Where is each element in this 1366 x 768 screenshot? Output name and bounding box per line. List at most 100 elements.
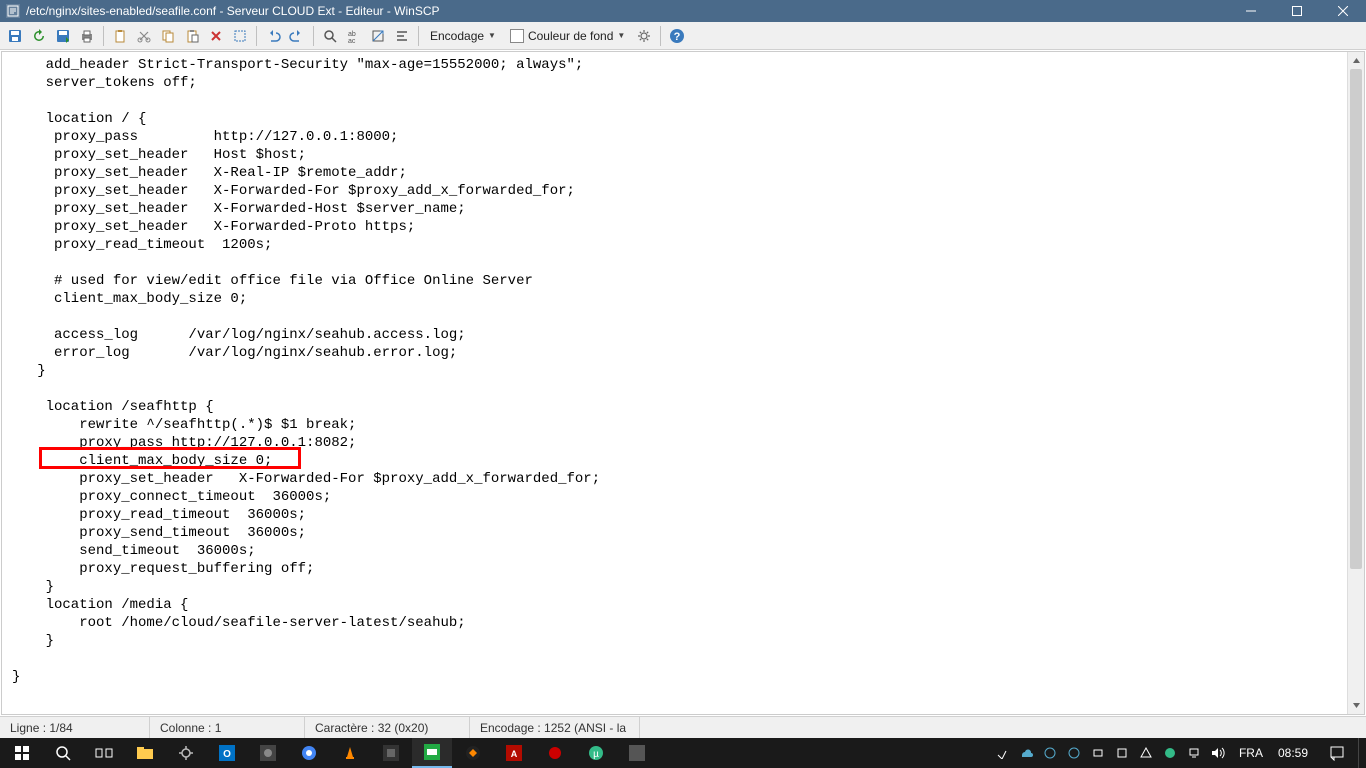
- code-line: }: [12, 668, 1337, 686]
- tray-icon[interactable]: [1138, 745, 1154, 761]
- status-encoding: Encodage : 1252 (ANSI - la: [470, 717, 640, 738]
- code-line: proxy_set_header Host $host;: [12, 146, 1337, 164]
- separator: [256, 26, 257, 46]
- code-line: proxy_pass http://127.0.0.1:8082;: [12, 434, 1337, 452]
- separator: [418, 26, 419, 46]
- bgcolor-dropdown[interactable]: Couleur de fond ▼: [504, 25, 631, 47]
- clipboard-button[interactable]: [109, 25, 131, 47]
- code-line: root /home/cloud/seafile-server-latest/s…: [12, 614, 1337, 632]
- code-line: proxy_set_header X-Forwarded-Proto https…: [12, 218, 1337, 236]
- taskbar-app-record[interactable]: [535, 738, 575, 768]
- code-line: error_log /var/log/nginx/seahub.error.lo…: [12, 344, 1337, 362]
- tray-icon[interactable]: [1114, 745, 1130, 761]
- taskbar-app-outlook[interactable]: O: [207, 738, 247, 768]
- save-button[interactable]: [4, 25, 26, 47]
- taskbar-app-settings[interactable]: [166, 738, 206, 768]
- replace-button[interactable]: abac: [343, 25, 365, 47]
- copy-button[interactable]: [157, 25, 179, 47]
- bgcolor-label: Couleur de fond: [528, 29, 613, 43]
- code-line: proxy_pass http://127.0.0.1:8000;: [12, 128, 1337, 146]
- redo-button[interactable]: [286, 25, 308, 47]
- code-line: proxy_set_header X-Forwarded-Host $serve…: [12, 200, 1337, 218]
- print-button[interactable]: [76, 25, 98, 47]
- code-line: location /media {: [12, 596, 1337, 614]
- taskbar-app-acrobat[interactable]: A: [494, 738, 534, 768]
- encoding-label: Encodage: [430, 29, 484, 43]
- code-line: add_header Strict-Transport-Security "ma…: [12, 56, 1337, 74]
- app-icon: [6, 4, 20, 18]
- code-line: location /seafhttp {: [12, 398, 1337, 416]
- code-line: location / {: [12, 110, 1337, 128]
- tray-icon[interactable]: [1162, 745, 1178, 761]
- code-line: proxy_read_timeout 36000s;: [12, 506, 1337, 524]
- svg-text:ac: ac: [348, 38, 356, 44]
- tray-icon[interactable]: [994, 745, 1010, 761]
- system-tray[interactable]: [988, 745, 1232, 761]
- status-char: Caractère : 32 (0x20): [305, 717, 470, 738]
- scroll-down-button[interactable]: [1348, 697, 1364, 714]
- code-editor[interactable]: add_header Strict-Transport-Security "ma…: [2, 52, 1347, 714]
- encoding-dropdown[interactable]: Encodage ▼: [424, 25, 502, 47]
- titlebar: /etc/nginx/sites-enabled/seafile.conf - …: [0, 0, 1366, 22]
- show-desktop-button[interactable]: [1358, 738, 1364, 768]
- settings-button[interactable]: [633, 25, 655, 47]
- tray-network-icon[interactable]: [1186, 745, 1202, 761]
- cut-button[interactable]: [133, 25, 155, 47]
- taskbar-app-vlc[interactable]: [330, 738, 370, 768]
- taskbar-app-winscp[interactable]: [412, 738, 452, 768]
- code-line: proxy_set_header X-Forwarded-For $proxy_…: [12, 470, 1337, 488]
- taskbar-app-generic[interactable]: [248, 738, 288, 768]
- delete-button[interactable]: [205, 25, 227, 47]
- format-button[interactable]: [391, 25, 413, 47]
- help-button[interactable]: ?: [666, 25, 688, 47]
- taskbar: O A µ FRA 08:59: [0, 738, 1366, 768]
- tray-cloud-icon[interactable]: [1018, 745, 1034, 761]
- code-line: [12, 308, 1337, 326]
- separator: [660, 26, 661, 46]
- notifications-button[interactable]: [1317, 738, 1357, 768]
- code-line: proxy_send_timeout 36000s;: [12, 524, 1337, 542]
- code-line: access_log /var/log/nginx/seahub.access.…: [12, 326, 1337, 344]
- taskbar-app-generic2[interactable]: [371, 738, 411, 768]
- taskbar-app-explorer[interactable]: [125, 738, 165, 768]
- goto-button[interactable]: [367, 25, 389, 47]
- status-line: Ligne : 1/84: [0, 717, 150, 738]
- minimize-button[interactable]: [1228, 0, 1274, 22]
- tray-icon[interactable]: [1090, 745, 1106, 761]
- taskbar-app-generic4[interactable]: [617, 738, 657, 768]
- vertical-scrollbar[interactable]: [1347, 52, 1364, 714]
- code-line: proxy_set_header X-Real-IP $remote_addr;: [12, 164, 1337, 182]
- separator: [313, 26, 314, 46]
- select-all-button[interactable]: [229, 25, 251, 47]
- scrollbar-thumb[interactable]: [1350, 69, 1362, 569]
- taskbar-clock[interactable]: 08:59: [1270, 746, 1316, 760]
- save-as-button[interactable]: [52, 25, 74, 47]
- find-button[interactable]: [319, 25, 341, 47]
- code-line: server_tokens off;: [12, 74, 1337, 92]
- scroll-up-button[interactable]: [1348, 52, 1364, 69]
- maximize-button[interactable]: [1274, 0, 1320, 22]
- svg-text:?: ?: [674, 31, 681, 43]
- tray-icon[interactable]: [1042, 745, 1058, 761]
- code-line: }: [12, 362, 1337, 380]
- taskbar-app-chrome[interactable]: [289, 738, 329, 768]
- search-button[interactable]: [43, 738, 83, 768]
- chevron-down-icon: ▼: [617, 31, 625, 40]
- code-line: proxy_read_timeout 1200s;: [12, 236, 1337, 254]
- code-line: [12, 92, 1337, 110]
- code-line: }: [12, 632, 1337, 650]
- color-swatch: [510, 29, 524, 43]
- taskbar-app-generic3[interactable]: [453, 738, 493, 768]
- start-button[interactable]: [2, 738, 42, 768]
- reload-button[interactable]: [28, 25, 50, 47]
- taskbar-app-utorrent[interactable]: µ: [576, 738, 616, 768]
- tray-icon[interactable]: [1066, 745, 1082, 761]
- undo-button[interactable]: [262, 25, 284, 47]
- tray-volume-icon[interactable]: [1210, 745, 1226, 761]
- code-line: send_timeout 36000s;: [12, 542, 1337, 560]
- close-button[interactable]: [1320, 0, 1366, 22]
- chevron-down-icon: ▼: [488, 31, 496, 40]
- paste-button[interactable]: [181, 25, 203, 47]
- task-view-button[interactable]: [84, 738, 124, 768]
- language-indicator[interactable]: FRA: [1233, 746, 1269, 760]
